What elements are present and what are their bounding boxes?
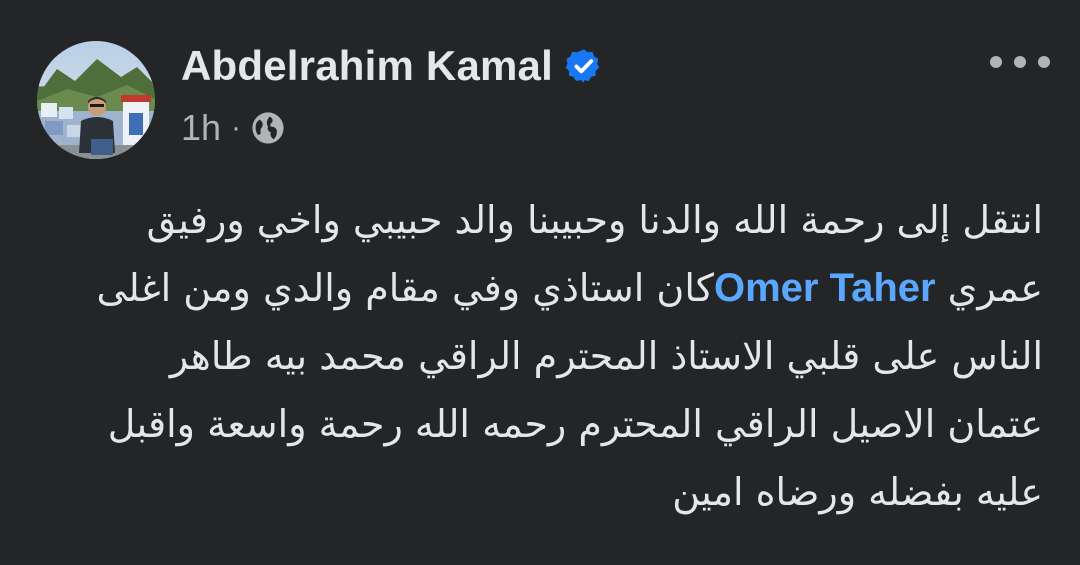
post-text-line-1: انتقل إلى رحمة الله والدنا وحبيبنا والد … bbox=[146, 198, 1043, 242]
post-text-line-2-end: كان استاذي وفي مقام والدي ومن اغلى bbox=[96, 266, 714, 310]
post-text-line-5: عليه بفضله ورضاه امين bbox=[672, 470, 1043, 514]
more-dot bbox=[1014, 56, 1026, 68]
more-dot bbox=[1038, 56, 1050, 68]
mention-link[interactable]: Omer Taher bbox=[714, 266, 936, 310]
verified-badge-icon bbox=[565, 49, 600, 83]
more-options-button[interactable] bbox=[990, 50, 1050, 74]
post-time[interactable]: 1h bbox=[181, 106, 221, 150]
post-text-line-3: الناس على قلبي الاستاذ المحترم الراقي مح… bbox=[169, 334, 1043, 378]
author-avatar[interactable] bbox=[37, 41, 155, 159]
post-header: Abdelrahim Kamal bbox=[181, 38, 603, 94]
meta-separator: · bbox=[231, 111, 242, 144]
post-text-line-2: عمري Omer Taherكان استاذي وفي مقام والدي… bbox=[33, 254, 1043, 322]
avatar-photo bbox=[37, 59, 155, 159]
more-dot bbox=[990, 56, 1002, 68]
facebook-post: Abdelrahim Kamal 1h · انتقل إلى رحمة الل… bbox=[0, 0, 1080, 565]
post-body: انتقل إلى رحمة الله والدنا وحبيبنا والد … bbox=[33, 186, 1043, 526]
globe-icon[interactable] bbox=[251, 111, 285, 145]
post-text-line-4: عتمان الاصيل الراقي المحترم رحمه الله رح… bbox=[107, 402, 1043, 446]
author-name[interactable]: Abdelrahim Kamal bbox=[181, 38, 553, 94]
post-text-line-2-start: عمري bbox=[935, 266, 1043, 310]
post-meta: 1h · bbox=[181, 106, 285, 150]
